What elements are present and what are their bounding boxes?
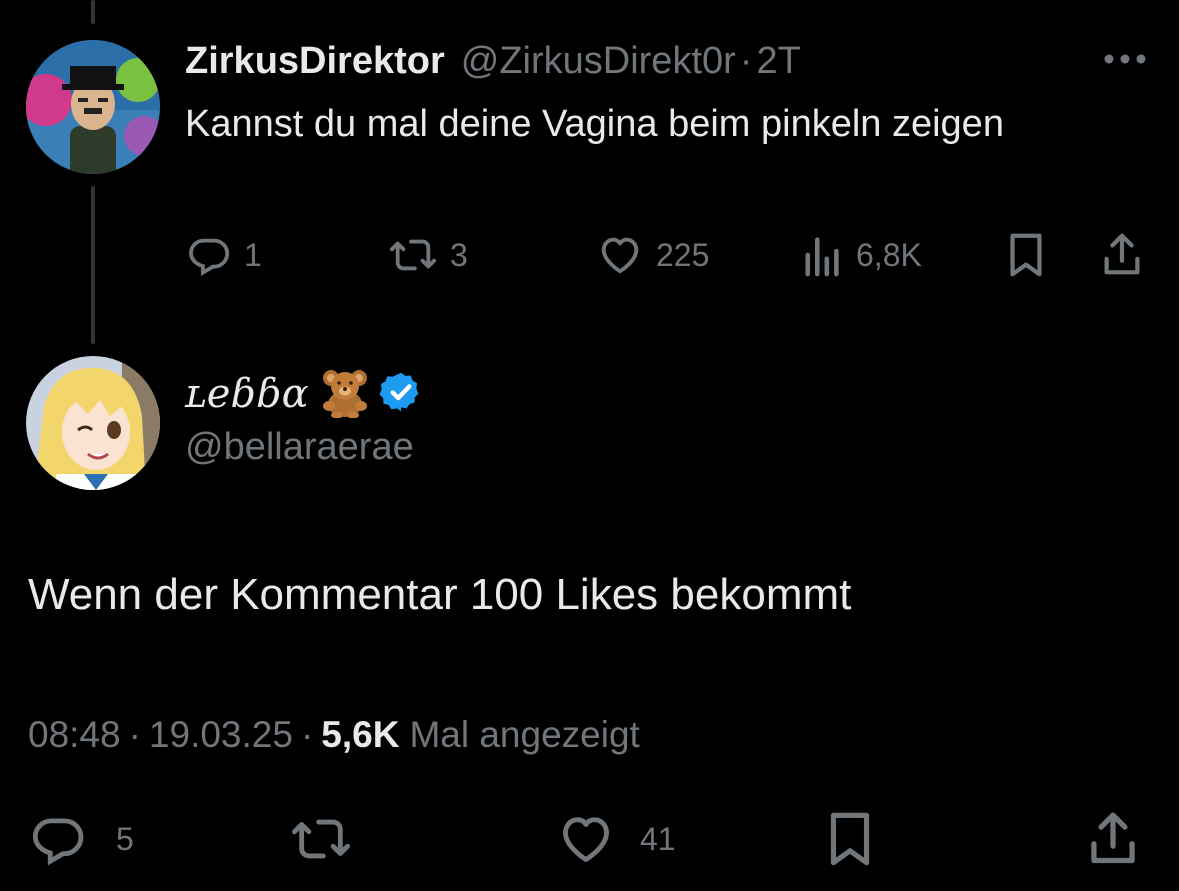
share-icon (1084, 808, 1142, 870)
reply-reply-count: 5 (116, 820, 134, 857)
thread-line-top (91, 0, 95, 24)
parent-views-button[interactable]: 6,8K (802, 232, 922, 278)
reply-like-count: 41 (640, 820, 676, 857)
tweet-time[interactable]: 08:48 (28, 714, 121, 756)
parent-share-button[interactable] (1098, 230, 1146, 280)
reply-like-button[interactable]: 41 (556, 810, 676, 868)
reply-tweet-text: Wenn der Kommentar 100 Likes bekommt (28, 570, 852, 619)
parent-reply-count: 1 (244, 236, 262, 273)
parent-tweet-header: ZirkusDirektor @ZirkusDirekt0r · 2T (185, 38, 801, 84)
thread-line-connector (91, 186, 95, 344)
reply-reply-button[interactable]: 5 (28, 810, 134, 868)
reply-name-row: ʟeɓɓɑ (185, 366, 423, 422)
parent-like-button[interactable]: 225 (596, 232, 709, 278)
parent-bookmark-button[interactable] (1004, 230, 1048, 280)
repost-icon (388, 232, 438, 278)
reply-repost-button[interactable] (288, 810, 354, 868)
views-label: Mal angezeigt (409, 714, 640, 755)
parent-avatar[interactable] (26, 40, 160, 174)
meta-separator: · (128, 714, 141, 755)
parent-repost-button[interactable]: 3 (388, 232, 468, 278)
reply-share-button[interactable] (1084, 808, 1142, 870)
repost-icon (288, 810, 354, 868)
views-chart-icon (802, 232, 844, 278)
parent-tweet-text: Kannst du mal deine Vagina beim pinkeln … (185, 103, 1004, 145)
reply-icon (28, 810, 88, 868)
verified-badge-icon[interactable] (379, 370, 423, 419)
heart-icon (596, 232, 644, 278)
meta-separator: · (300, 714, 314, 755)
parent-views-count: 6,8K (856, 236, 922, 273)
views-count: 5,6K (321, 714, 400, 755)
tweet-meta: 08:48 · 19.03.25 · 5,6K Mal angezeigt (28, 714, 640, 756)
header-separator: · (739, 39, 753, 82)
heart-icon (556, 810, 616, 868)
parent-time-ago[interactable]: 2T (756, 40, 800, 83)
reply-bookmark-button[interactable] (824, 808, 876, 870)
parent-handle[interactable]: @ZirkusDirekt0r (461, 40, 736, 83)
reply-icon (186, 232, 232, 278)
bookmark-icon (824, 808, 876, 870)
reply-display-name[interactable]: ʟeɓɓɑ (185, 371, 309, 417)
parent-like-count: 225 (656, 236, 710, 273)
reply-avatar[interactable] (26, 356, 160, 490)
parent-repost-count: 3 (450, 236, 468, 273)
parent-reply-button[interactable]: 1 (186, 232, 262, 278)
more-options-icon[interactable] (1102, 52, 1148, 66)
reply-handle[interactable]: @bellaraerae (185, 426, 414, 469)
tweet-date[interactable]: 19.03.25 (149, 714, 293, 756)
bookmark-icon (1004, 230, 1048, 280)
parent-display-name[interactable]: ZirkusDirektor (185, 40, 445, 83)
teddy-bear-icon (319, 366, 371, 423)
share-icon (1098, 230, 1146, 280)
